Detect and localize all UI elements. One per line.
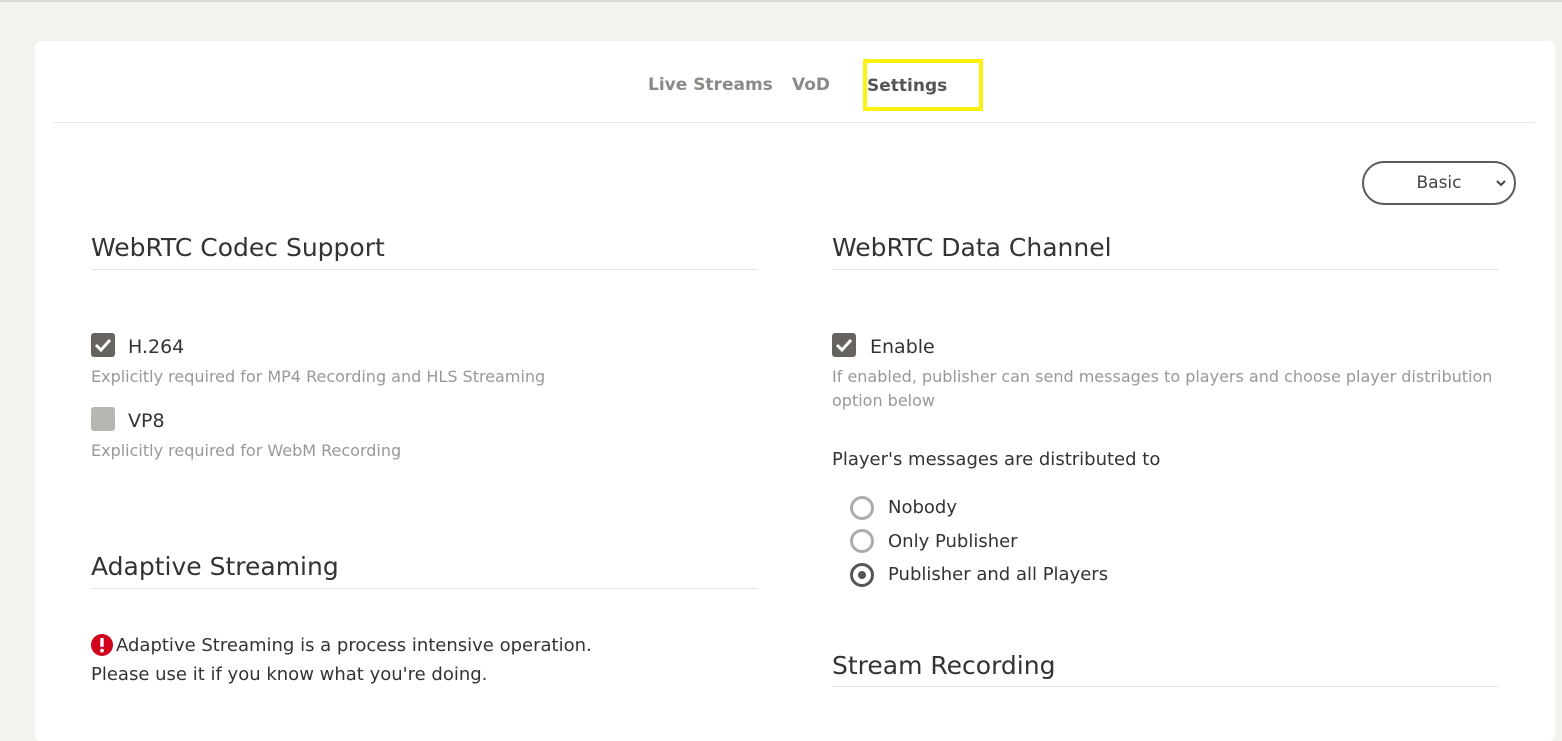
radio-nobody-label: Nobody [888, 497, 957, 518]
h264-label: H.264 [128, 336, 185, 358]
tab-live-streams[interactable]: Live Streams [648, 75, 773, 95]
vp8-help: Explicitly required for WebM Recording [91, 441, 402, 460]
vp8-label: VP8 [128, 410, 165, 432]
vp8-checkbox[interactable] [91, 407, 115, 431]
recording-section-divider [832, 686, 1498, 687]
tab-vod[interactable]: VoD [792, 75, 830, 95]
tab-settings[interactable]: Settings [867, 76, 947, 96]
radio-publisher-and-players[interactable] [850, 563, 874, 587]
mode-select[interactable]: Basic [1362, 161, 1516, 205]
distribution-label: Player's messages are distributed to [832, 449, 1161, 470]
adaptive-section-divider [91, 588, 758, 589]
h264-checkbox[interactable] [91, 333, 115, 357]
top-border [0, 0, 1562, 2]
tab-bar: Live Streams VoD Settings [53, 41, 1535, 123]
adaptive-warning-text: Adaptive Streaming is a process intensiv… [91, 635, 592, 685]
radio-nobody[interactable] [850, 496, 874, 520]
radio-only-publisher-label: Only Publisher [888, 531, 1018, 552]
recording-section-title: Stream Recording [832, 651, 1056, 680]
adaptive-section-title: Adaptive Streaming [91, 552, 339, 581]
data-channel-enable-label: Enable [870, 336, 935, 358]
data-channel-section-divider [832, 269, 1498, 270]
chevron-down-icon [1496, 180, 1506, 187]
settings-card: Live Streams VoD Settings Basic WebRTC C… [35, 41, 1555, 741]
codec-section-divider [91, 269, 758, 270]
radio-only-publisher[interactable] [850, 529, 874, 553]
h264-help: Explicitly required for MP4 Recording an… [91, 367, 546, 386]
data-channel-section-title: WebRTC Data Channel [832, 233, 1112, 262]
radio-publisher-and-players-label: Publisher and all Players [888, 564, 1109, 585]
mode-select-value: Basic [1416, 173, 1462, 193]
data-channel-enable-checkbox[interactable] [832, 333, 856, 357]
codec-section-title: WebRTC Codec Support [91, 233, 385, 262]
data-channel-help: If enabled, publisher can send messages … [832, 367, 1493, 410]
check-icon [94, 338, 112, 353]
check-icon [835, 338, 853, 353]
